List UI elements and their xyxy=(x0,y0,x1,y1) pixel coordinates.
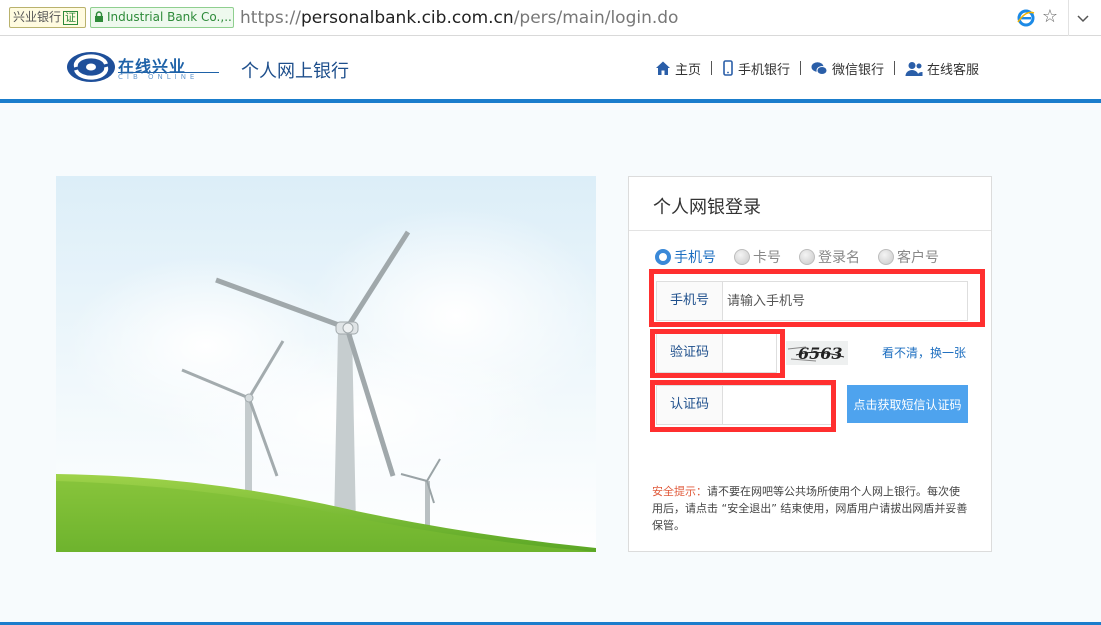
certificate-badge: 证 xyxy=(63,11,79,25)
toolbar-divider xyxy=(1068,0,1069,36)
url-scheme: https:// xyxy=(240,8,301,28)
radio-label: 手机号 xyxy=(674,250,716,266)
nav-divider xyxy=(894,61,896,75)
radio-phone[interactable]: 手机号 xyxy=(655,247,716,267)
security-tip-label: 安全提示： xyxy=(652,485,707,498)
page-title: 个人网上银行 xyxy=(241,61,349,82)
hero-wind-turbine-image xyxy=(56,176,596,552)
radio-customer-number[interactable]: 客户号 xyxy=(878,247,939,267)
site-identity-tag[interactable]: 兴业银行证 xyxy=(9,7,86,28)
nav-online-service[interactable]: 在线客服 xyxy=(905,59,979,78)
nav-label: 主页 xyxy=(675,62,702,78)
auth-code-input[interactable] xyxy=(727,386,827,424)
phone-field: 手机号 xyxy=(656,281,968,321)
site-name-label: 兴业银行 xyxy=(13,10,62,24)
ie-compat-icon[interactable] xyxy=(1016,8,1036,28)
url-field[interactable]: https://personalbank.cib.com.cn/pers/mai… xyxy=(240,6,678,30)
favorite-star-icon[interactable]: ☆ xyxy=(1040,6,1060,28)
radio-unselected-icon xyxy=(734,249,750,265)
lock-icon xyxy=(94,11,104,22)
mobile-icon xyxy=(723,60,733,76)
ev-org-label: Industrial Bank Co.,... xyxy=(107,10,234,24)
top-nav: 主页 手机银行 微信银行 在线客服 xyxy=(655,57,979,79)
radio-label: 卡号 xyxy=(753,250,781,266)
radio-unselected-icon xyxy=(799,249,815,265)
logo-subtext: CIB ONLINE xyxy=(118,73,199,81)
login-title: 个人网银登录 xyxy=(653,197,761,218)
home-icon xyxy=(656,61,670,75)
radio-label: 客户号 xyxy=(897,250,939,266)
login-type-selector: 手机号 卡号 登录名 客户号 xyxy=(655,247,957,267)
chevron-down-icon[interactable] xyxy=(1075,10,1091,26)
security-tip: 安全提示：请不要在网吧等公共场所使用个人网上银行。每次使用后，请点击 “安全退出… xyxy=(652,483,970,534)
panel-divider xyxy=(629,230,991,231)
refresh-captcha-link[interactable]: 看不清，换一张 xyxy=(882,344,966,361)
radio-card[interactable]: 卡号 xyxy=(734,247,781,267)
nav-divider xyxy=(800,61,802,75)
verify-code-label: 验证码 xyxy=(657,334,723,372)
nav-label: 在线客服 xyxy=(927,62,980,78)
nav-mobile-banking[interactable]: 手机银行 xyxy=(722,59,790,78)
captcha-image[interactable]: 6563 xyxy=(786,341,848,365)
wechat-icon xyxy=(811,61,828,75)
ev-certificate-tag[interactable]: Industrial Bank Co.,... xyxy=(90,7,234,28)
get-sms-code-button[interactable]: 点击获取短信认证码 xyxy=(847,385,968,423)
nav-home[interactable]: 主页 xyxy=(655,59,701,78)
radio-selected-icon xyxy=(655,249,671,265)
phone-label: 手机号 xyxy=(657,282,723,320)
customer-service-icon xyxy=(905,61,923,76)
radio-unselected-icon xyxy=(878,249,894,265)
url-host: personalbank.cib.com.cn xyxy=(300,8,514,28)
nav-wechat-banking[interactable]: 微信银行 xyxy=(811,59,884,78)
verify-code-input[interactable] xyxy=(727,334,773,372)
verify-code-field: 验证码 xyxy=(656,333,777,373)
phone-input[interactable] xyxy=(727,282,962,320)
browser-address-bar: 兴业银行证 Industrial Bank Co.,... https://pe… xyxy=(0,0,1101,36)
login-panel: 个人网银登录 手机号 卡号 登录名 客户号 手机号 验证码 6563 xyxy=(628,176,992,552)
nav-divider xyxy=(711,61,713,75)
nav-label: 手机银行 xyxy=(738,62,791,78)
url-path: /pers/main/login.do xyxy=(513,8,679,28)
radio-login-name[interactable]: 登录名 xyxy=(799,247,860,267)
auth-code-field: 认证码 xyxy=(656,385,832,425)
radio-label: 登录名 xyxy=(818,250,860,266)
nav-label: 微信银行 xyxy=(832,62,885,78)
auth-code-label: 认证码 xyxy=(657,386,723,424)
